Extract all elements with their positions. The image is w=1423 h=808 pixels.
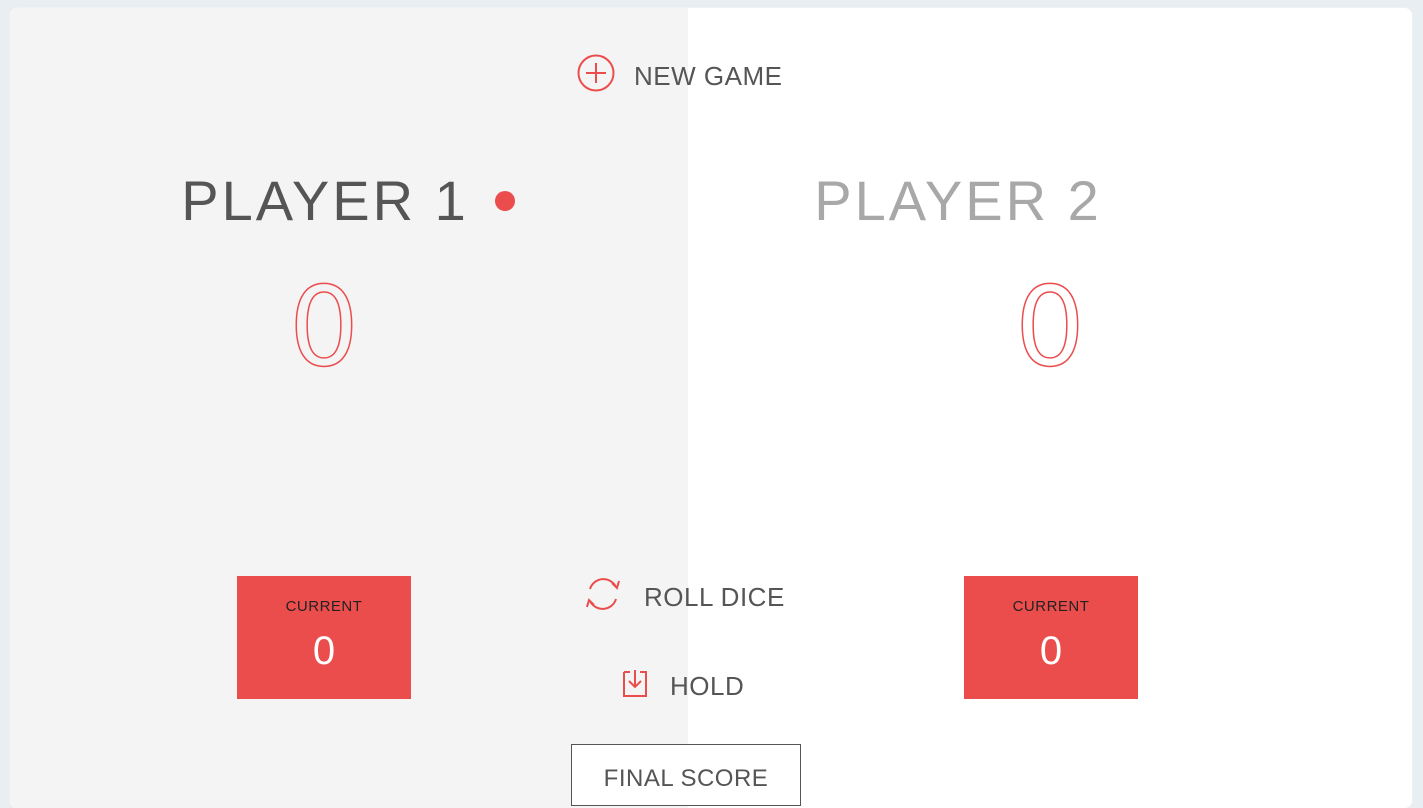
plus-circle-icon [576, 53, 616, 100]
player-2-current-score: 0 [1039, 629, 1063, 673]
roll-dice-button[interactable]: ROLL DICE [580, 571, 785, 624]
player-1-panel: PLAYER 1 0 CURRENT 0 [10, 8, 688, 808]
roll-dice-label: ROLL DICE [644, 582, 785, 612]
download-icon [618, 666, 652, 707]
game-board: PLAYER 1 0 CURRENT 0 PLAYER 2 0 CURRENT … [10, 8, 1412, 808]
player-1-current-label: CURRENT [285, 598, 363, 615]
new-game-button[interactable]: NEW GAME [576, 53, 782, 100]
player-2-name: PLAYER 2 [814, 169, 1102, 232]
new-game-label: NEW GAME [634, 61, 783, 91]
hold-button[interactable]: HOLD [618, 666, 744, 707]
player-1-current-box: CURRENT 0 [237, 576, 411, 699]
hold-label: HOLD [670, 671, 745, 701]
refresh-icon [580, 571, 626, 624]
player-2-current-label: CURRENT [1012, 598, 1090, 615]
active-player-dot-icon [495, 191, 515, 211]
player-2-score: 0 [1014, 262, 1086, 392]
player-2-current-box: CURRENT 0 [964, 576, 1138, 699]
final-score-input[interactable]: FINAL SCORE [571, 744, 801, 806]
player-1-score: 0 [288, 262, 360, 392]
player-2-panel: PLAYER 2 0 CURRENT 0 [688, 8, 1412, 808]
player-1-current-score: 0 [312, 629, 336, 673]
